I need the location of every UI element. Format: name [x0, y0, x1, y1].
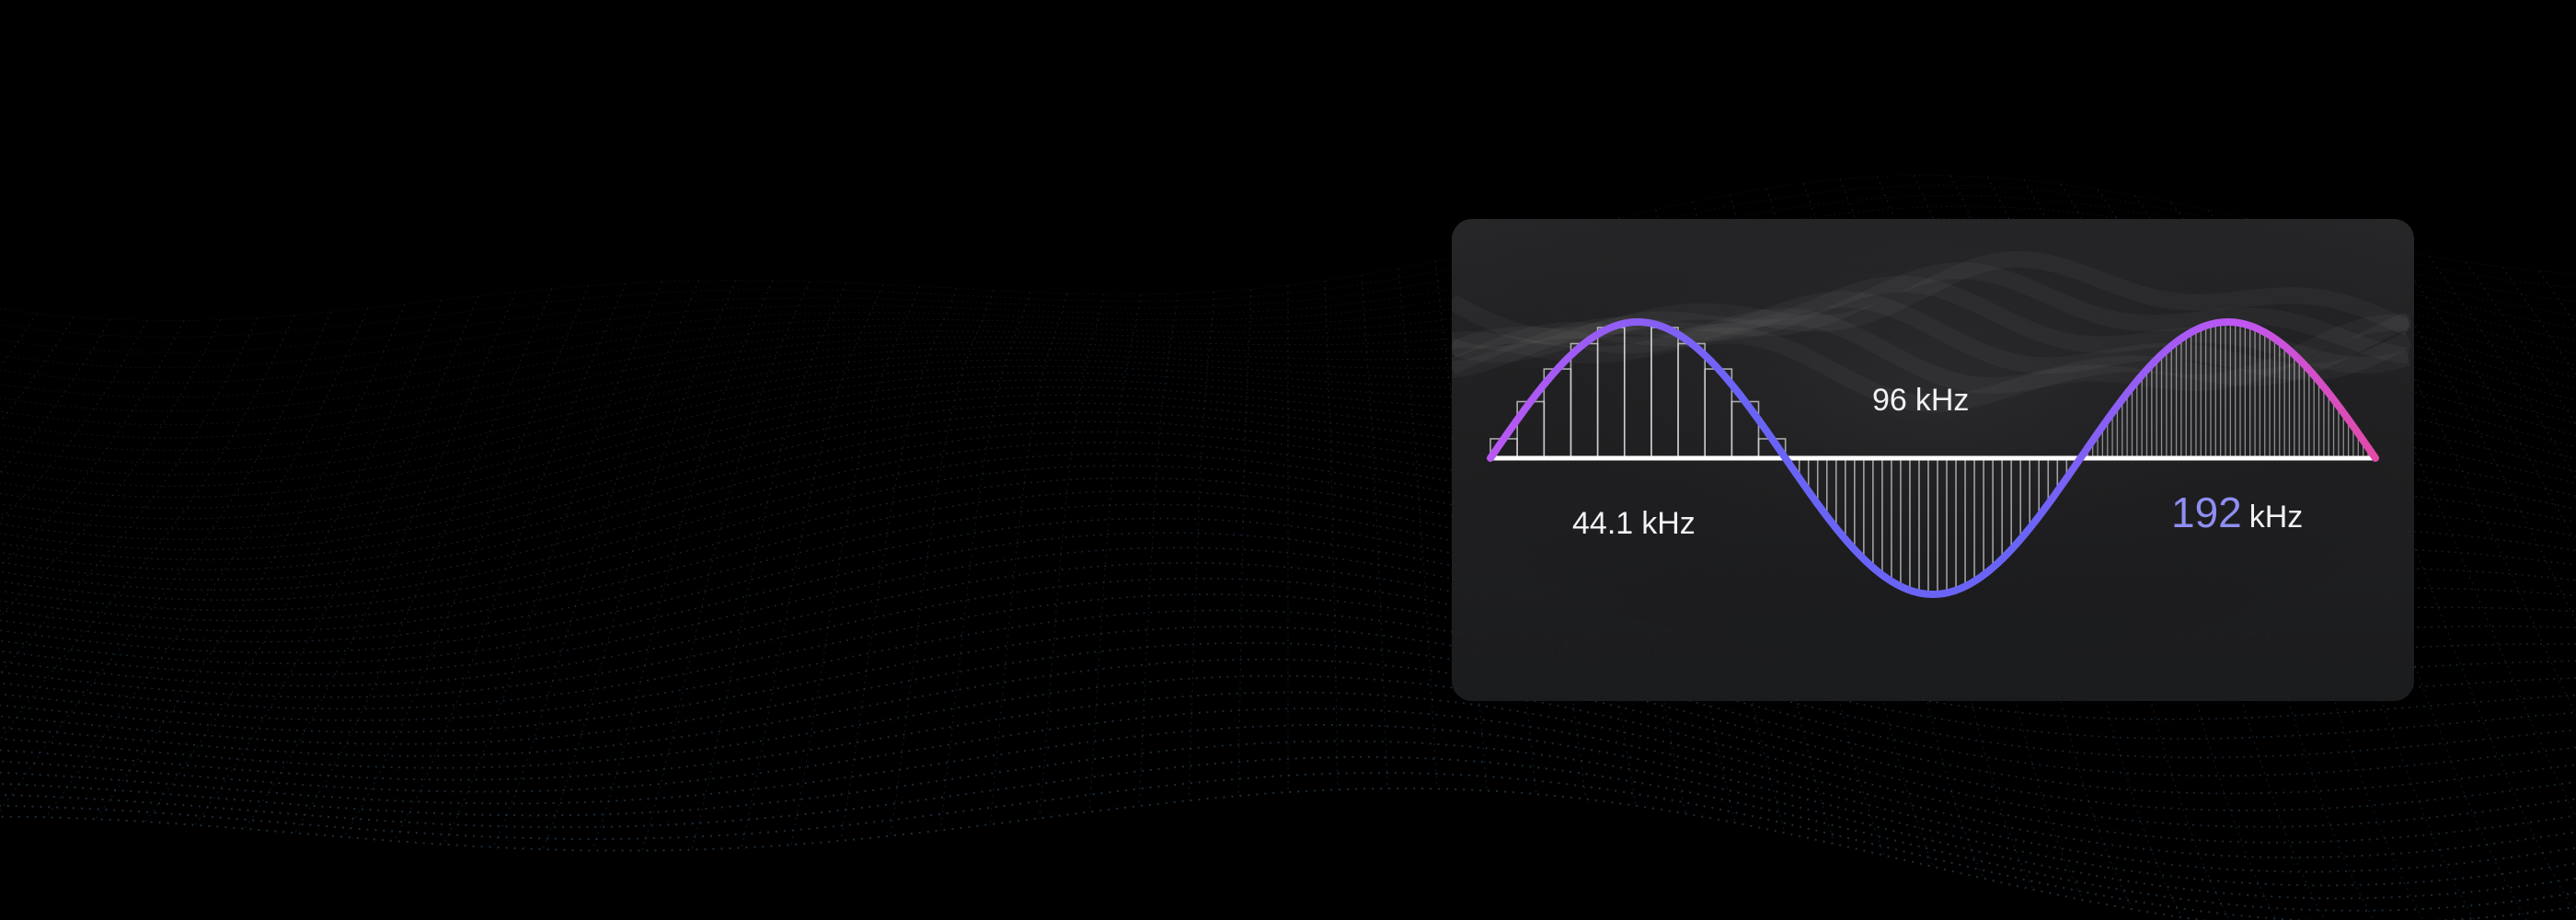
mesh-column-line: [0, 320, 148, 521]
mesh-column-line: [293, 288, 553, 834]
mesh-column-line: [840, 288, 958, 841]
mesh-column-line: [0, 311, 332, 812]
mesh-column-line: [641, 281, 811, 851]
mesh-column-line: [1039, 293, 1105, 819]
mesh-column-line: [1361, 274, 1388, 789]
mesh-column-line: [890, 290, 995, 836]
mesh-column-line: [1237, 289, 1252, 797]
mesh-row-line: [0, 788, 2576, 920]
mesh-column-line: [939, 292, 1031, 831]
label-96-unit: kHz: [1915, 383, 1970, 418]
mesh-column-line: [1188, 291, 1215, 801]
mesh-column-line: [393, 282, 627, 842]
label-96-khz: 96 kHz: [1872, 385, 1969, 416]
mesh-column-line: [790, 285, 921, 845]
mesh-column-line: [144, 299, 443, 822]
mesh-column-line: [194, 295, 479, 826]
mesh-column-line: [244, 292, 516, 830]
hero-stage: 96 kHz 44.1 kHz 192 kHz: [0, 0, 2576, 920]
mesh-column-line: [2465, 261, 2576, 426]
sample-rate-card: 96 kHz 44.1 kHz 192 kHz: [1452, 219, 2414, 701]
label-192-value: 192: [2171, 489, 2242, 536]
label-44-1-value: 44.1: [1572, 506, 1634, 541]
label-96-value: 96: [1872, 383, 1907, 418]
mesh-row-line: [0, 707, 2576, 873]
mesh-column-line: [343, 285, 590, 837]
mesh-row-line: [0, 755, 2576, 912]
mesh-column-line: [2538, 270, 2576, 327]
label-44-1-unit: kHz: [1641, 506, 1696, 541]
mesh-column-line: [0, 317, 259, 675]
mesh-row-line: [0, 740, 2576, 900]
label-44-1-khz: 44.1 kHz: [1572, 508, 1696, 539]
label-192-khz: 192 kHz: [2171, 491, 2303, 534]
mesh-column-line: [0, 316, 75, 423]
label-192-unit: kHz: [2248, 500, 2304, 535]
mesh-column-line: [443, 281, 663, 845]
mesh-column-line: [1088, 293, 1142, 812]
mesh-column-line: [1324, 280, 1339, 790]
mesh-row-line: [0, 772, 2576, 920]
mesh-column-line: [0, 319, 222, 617]
mesh-column-line: [95, 304, 406, 820]
mesh-column-line: [592, 280, 774, 851]
mesh-column-line: [45, 307, 369, 818]
mesh-column-line: [0, 318, 111, 474]
sine-wave-diagram: [1452, 219, 2414, 701]
mesh-column-line: [741, 283, 884, 848]
